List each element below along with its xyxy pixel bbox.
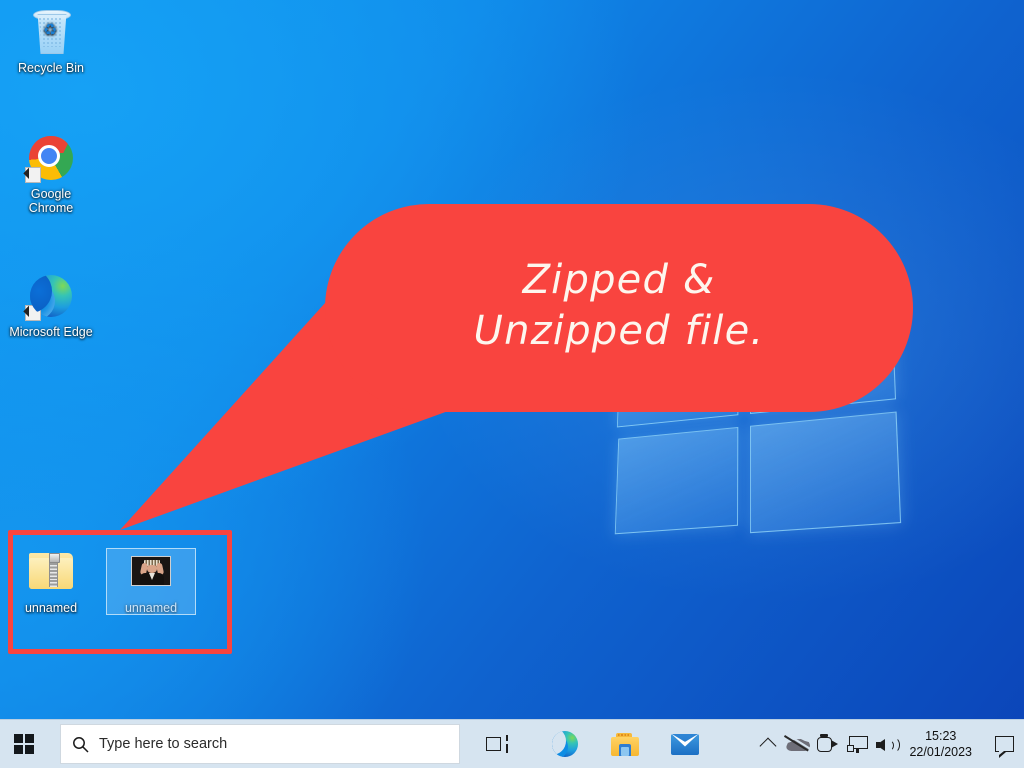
tray-icon-volume[interactable]	[873, 720, 903, 768]
tray-icon-onedrive[interactable]	[783, 720, 813, 768]
taskbar-button-file-explorer[interactable]	[602, 720, 648, 768]
desktop-icon-label: Microsoft Edge	[9, 325, 93, 339]
annotation-callout-bubble: Zipped & Unzipped file.	[325, 204, 913, 412]
desktop-icon-recycle-bin[interactable]: ♻ Recycle Bin	[6, 8, 96, 75]
recycle-symbol-icon: ♻	[43, 22, 58, 39]
search-icon	[61, 736, 99, 753]
desktop-icon-label: Recycle Bin	[18, 61, 84, 75]
clock-time: 15:23	[925, 729, 957, 743]
camera-icon	[817, 733, 839, 752]
action-center-button[interactable]	[984, 720, 1024, 768]
task-view-button[interactable]	[474, 720, 520, 768]
network-monitor-icon	[847, 735, 869, 753]
chrome-icon	[25, 134, 75, 183]
taskbar-button-mail[interactable]	[662, 720, 708, 768]
search-input[interactable]: Type here to search	[60, 724, 460, 764]
annotation-highlight-rect	[8, 530, 232, 654]
edge-icon	[25, 272, 75, 321]
annotation-callout-text: Zipped & Unzipped file.	[473, 256, 765, 354]
desktop-icon-google-chrome[interactable]: Google Chrome	[6, 134, 96, 215]
desktop-screen: ♻ Recycle Bin Google Chrome Microsoft Ed…	[0, 0, 1024, 768]
taskbar-button-microsoft-edge[interactable]	[542, 720, 588, 768]
action-center-icon	[994, 736, 1014, 758]
onedrive-offline-icon	[784, 735, 811, 752]
start-button[interactable]	[0, 720, 48, 768]
recycle-bin-icon: ♻	[27, 8, 75, 56]
tray-icon-network[interactable]	[843, 720, 873, 768]
hero-pane-bottom-right	[750, 411, 902, 534]
hero-pane-bottom-left	[614, 426, 739, 535]
system-tray	[753, 720, 903, 768]
volume-icon	[876, 736, 901, 753]
search-placeholder: Type here to search	[99, 736, 228, 752]
mail-icon	[671, 733, 699, 755]
file-explorer-icon	[611, 732, 639, 756]
desktop-icon-microsoft-edge[interactable]: Microsoft Edge	[6, 272, 96, 339]
chevron-up-icon	[759, 737, 777, 755]
edge-disc	[30, 275, 72, 317]
edge-icon	[552, 731, 578, 757]
clock-date: 22/01/2023	[909, 745, 972, 759]
task-view-icon	[486, 735, 508, 753]
taskbar-clock[interactable]: 15:23 22/01/2023	[903, 728, 984, 760]
desktop-icon-label: Google Chrome	[28, 187, 74, 215]
show-hidden-icons-button[interactable]	[753, 720, 783, 768]
shortcut-arrow-icon	[25, 167, 41, 183]
windows-logo-icon	[14, 734, 34, 754]
tray-icon-camera[interactable]	[813, 720, 843, 768]
chrome-center	[38, 145, 60, 167]
taskbar: Type here to search 15:23 22/01/2023	[0, 719, 1024, 768]
